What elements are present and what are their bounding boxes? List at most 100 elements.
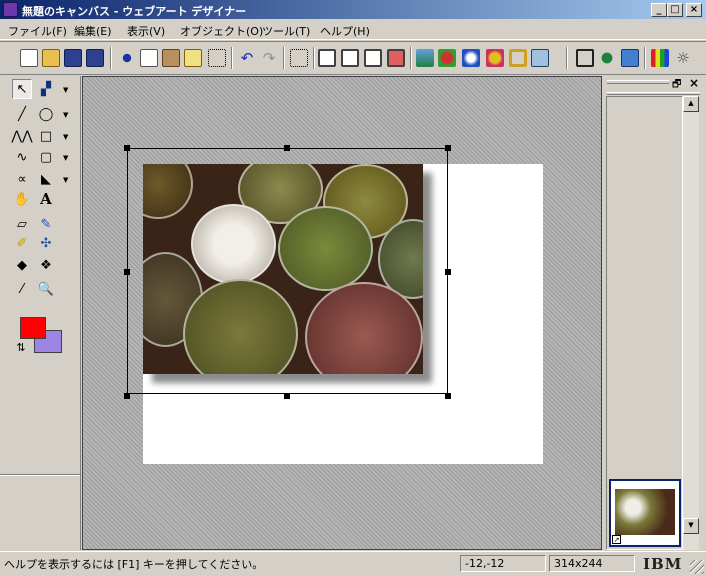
brightness-icon[interactable]: ☼	[674, 49, 692, 67]
toolbar-separator	[566, 47, 568, 69]
panel-grip[interactable]	[607, 80, 669, 84]
polyline-tool-icon[interactable]: ⋀⋀	[11, 126, 32, 146]
select-all-icon[interactable]	[290, 49, 308, 67]
hand-tool-icon[interactable]: ✋	[12, 189, 32, 209]
toolbar-separator	[410, 47, 412, 69]
thumbnail-image	[615, 489, 675, 535]
toolbar-separator	[110, 47, 112, 69]
pencil-tool-icon[interactable]: ✎	[36, 214, 56, 234]
arrow-select-tool-icon[interactable]: ↖	[12, 79, 32, 99]
menu-file[interactable]: ファイル(F)	[8, 23, 67, 39]
cut-icon[interactable]	[118, 49, 136, 67]
rounded-rectangle-tool-icon[interactable]: ▢	[36, 147, 56, 167]
resize-handle[interactable]	[124, 145, 130, 151]
resize-handle[interactable]	[445, 145, 451, 151]
status-coordinates: -12,-12	[460, 555, 546, 572]
chevron-down-icon[interactable]: ▼	[63, 111, 68, 119]
canvas-icon[interactable]	[318, 49, 336, 67]
frame-icon[interactable]	[509, 49, 527, 67]
paste-icon[interactable]	[162, 49, 180, 67]
picture-icon[interactable]	[621, 49, 639, 67]
window-icon[interactable]	[341, 49, 359, 67]
stamp-tool-icon[interactable]: ❖	[36, 255, 56, 275]
eyedropper-tool-icon[interactable]: ⁄	[12, 279, 32, 299]
chevron-down-icon[interactable]: ▼	[63, 154, 68, 162]
resize-handle[interactable]	[124, 269, 130, 275]
scroll-up-button[interactable]: ▲	[683, 96, 699, 112]
resize-handle[interactable]	[445, 393, 451, 399]
resize-handle[interactable]	[284, 393, 290, 399]
eraser-tool-icon[interactable]: ▱	[12, 214, 32, 234]
resize-handle[interactable]	[284, 145, 290, 151]
toolbar-separator	[644, 47, 646, 69]
color-bars-icon[interactable]	[651, 49, 669, 67]
text-tool-icon[interactable]: A	[36, 189, 56, 209]
redo-icon[interactable]: ↷	[260, 49, 278, 67]
selection-box[interactable]	[127, 148, 448, 394]
copy-icon[interactable]	[140, 49, 158, 67]
eraser-icon[interactable]	[184, 49, 202, 67]
close-button[interactable]: ×	[686, 3, 702, 17]
chevron-down-icon[interactable]: ▼	[63, 176, 68, 184]
zoom-tool-icon[interactable]: 🔍	[36, 279, 56, 299]
grid-icon[interactable]	[208, 49, 226, 67]
gallery-panel: 🗗 × ▲ ▼ ↗	[603, 76, 706, 550]
menu-view[interactable]: 表示(V)	[127, 23, 165, 39]
image-icon[interactable]	[416, 49, 434, 67]
scrollbar[interactable]: ▲ ▼	[683, 96, 699, 550]
bezier-tool-icon[interactable]: ∝	[12, 169, 32, 189]
save-icon[interactable]	[64, 49, 82, 67]
arrange-icon[interactable]	[576, 49, 594, 67]
app-icon[interactable]	[3, 2, 18, 17]
fill-tool-icon[interactable]: ◆	[12, 255, 32, 275]
link-icon: ↗	[612, 535, 621, 544]
gallery-icon[interactable]	[387, 49, 405, 67]
save-as-icon[interactable]	[86, 49, 104, 67]
brush-tool-icon[interactable]: ✐	[12, 233, 32, 253]
minimize-button[interactable]: _	[651, 3, 667, 17]
chevron-down-icon[interactable]: ▼	[63, 86, 68, 94]
title-bar: 無題のキャンバス - ウェブアート デザイナー _ □ ×	[0, 0, 706, 19]
polygon-tool-icon[interactable]: ◣	[36, 169, 56, 189]
resize-handle[interactable]	[445, 269, 451, 275]
curve-tool-icon[interactable]: ∿	[12, 147, 32, 167]
scroll-down-button[interactable]: ▼	[683, 518, 699, 534]
ibm-logo: IBM	[643, 555, 683, 573]
gallery-thumbnail[interactable]: ↗	[609, 479, 681, 547]
object-select-tool-icon[interactable]: ▞	[36, 79, 56, 99]
fill-color-swatch[interactable]	[20, 317, 46, 339]
ellipse-tool-icon[interactable]: ◯	[36, 104, 56, 124]
new-icon[interactable]	[20, 49, 38, 67]
menu-object[interactable]: オブジェクト(O)	[180, 23, 263, 39]
toolbar-separator	[283, 47, 285, 69]
line-tool-icon[interactable]: ╱	[12, 104, 32, 124]
layers-icon[interactable]	[364, 49, 382, 67]
chevron-down-icon[interactable]: ▼	[63, 133, 68, 141]
size-grip[interactable]	[690, 560, 704, 574]
shape-icon[interactable]	[486, 49, 504, 67]
open-icon[interactable]	[42, 49, 60, 67]
menu-tools[interactable]: ツール(T)	[262, 23, 310, 39]
effects-icon[interactable]	[462, 49, 480, 67]
3d-object-icon[interactable]	[438, 49, 456, 67]
swap-colors-icon[interactable]: ⇅	[14, 339, 28, 355]
menu-bar: ファイル(F) 編集(E) 表示(V) オブジェクト(O) ツール(T) ヘルプ…	[0, 19, 706, 40]
toolbar-separator	[313, 47, 315, 69]
close-icon[interactable]: ×	[689, 76, 699, 90]
toolbar: ↶ ↷ ☼	[0, 41, 706, 75]
undo-icon[interactable]: ↶	[238, 49, 256, 67]
resize-handle[interactable]	[124, 393, 130, 399]
rectangle-tool-icon[interactable]: □	[36, 126, 56, 146]
window-title: 無題のキャンバス - ウェブアート デザイナー	[22, 5, 247, 18]
workspace[interactable]	[82, 76, 602, 550]
status-help-text: ヘルプを表示するには [F1] キーを押してください。	[4, 558, 264, 571]
export-icon[interactable]	[531, 49, 549, 67]
status-bar: ヘルプを表示するには [F1] キーを押してください。 -12,-12 314x…	[0, 551, 706, 576]
menu-help[interactable]: ヘルプ(H)	[320, 23, 370, 39]
tree-icon[interactable]	[598, 49, 616, 67]
toolbar-separator	[231, 47, 233, 69]
menu-edit[interactable]: 編集(E)	[74, 23, 112, 39]
airbrush-tool-icon[interactable]: ✣	[36, 233, 56, 253]
maximize-button[interactable]: □	[667, 3, 683, 17]
panel-grip	[607, 92, 700, 95]
